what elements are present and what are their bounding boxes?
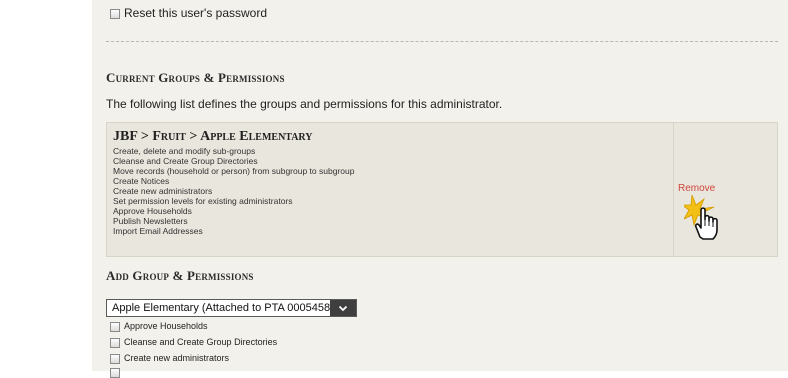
permission-item: Move records (household or person) from … <box>113 166 355 176</box>
permission-item: Cleanse and Create Group Directories <box>113 156 258 166</box>
reset-password-row[interactable]: Reset this user's password <box>110 6 267 20</box>
option-partial[interactable] <box>110 367 124 378</box>
option-label: Approve Households <box>124 321 208 331</box>
permission-item: Approve Households <box>113 206 192 216</box>
permission-item: Create, delete and modify sub-groups <box>113 146 256 156</box>
option-create-administrators[interactable]: Create new administrators <box>110 353 229 364</box>
permission-item: Create Notices <box>113 176 170 186</box>
admin-edit-panel: Reset this user's password Current Group… <box>92 0 788 378</box>
option-checkbox[interactable] <box>110 353 120 364</box>
add-group-heading: Add Group & Permissions <box>106 268 254 283</box>
option-checkbox[interactable] <box>110 321 120 332</box>
permission-item: Create new administrators <box>113 186 213 196</box>
group-select-value: Apple Elementary (Attached to PTA 000545… <box>112 302 340 314</box>
permission-item: Publish Newsletters <box>113 216 188 226</box>
current-groups-heading: Current Groups & Permissions <box>106 70 285 85</box>
current-groups-intro: The following list defines the groups an… <box>106 97 503 111</box>
group-actions-cell: Remove <box>674 123 777 256</box>
group-select[interactable]: Apple Elementary (Attached to PTA 000545… <box>106 299 357 317</box>
option-checkbox[interactable] <box>110 337 120 348</box>
option-cleanse-directories[interactable]: Cleanse and Create Group Directories <box>110 337 277 348</box>
group-permissions-cell: JBF > Fruit > Apple Elementary Create, d… <box>107 123 674 256</box>
option-checkbox[interactable] <box>110 367 120 378</box>
hand-cursor-icon <box>684 194 718 240</box>
permission-item: Import Email Addresses <box>113 226 203 236</box>
section-divider <box>106 41 778 42</box>
reset-password-checkbox[interactable] <box>110 8 120 19</box>
chevron-down-icon[interactable] <box>330 300 356 316</box>
permission-item: Set permission levels for existing admin… <box>113 196 293 206</box>
option-label: Create new administrators <box>124 353 230 363</box>
option-label: Cleanse and Create Group Directories <box>124 337 278 347</box>
current-groups-table: JBF > Fruit > Apple Elementary Create, d… <box>106 122 778 257</box>
reset-password-label: Reset this user's password <box>124 6 268 20</box>
option-approve-households[interactable]: Approve Households <box>110 321 208 332</box>
group-path: JBF > Fruit > Apple Elementary <box>113 129 313 144</box>
